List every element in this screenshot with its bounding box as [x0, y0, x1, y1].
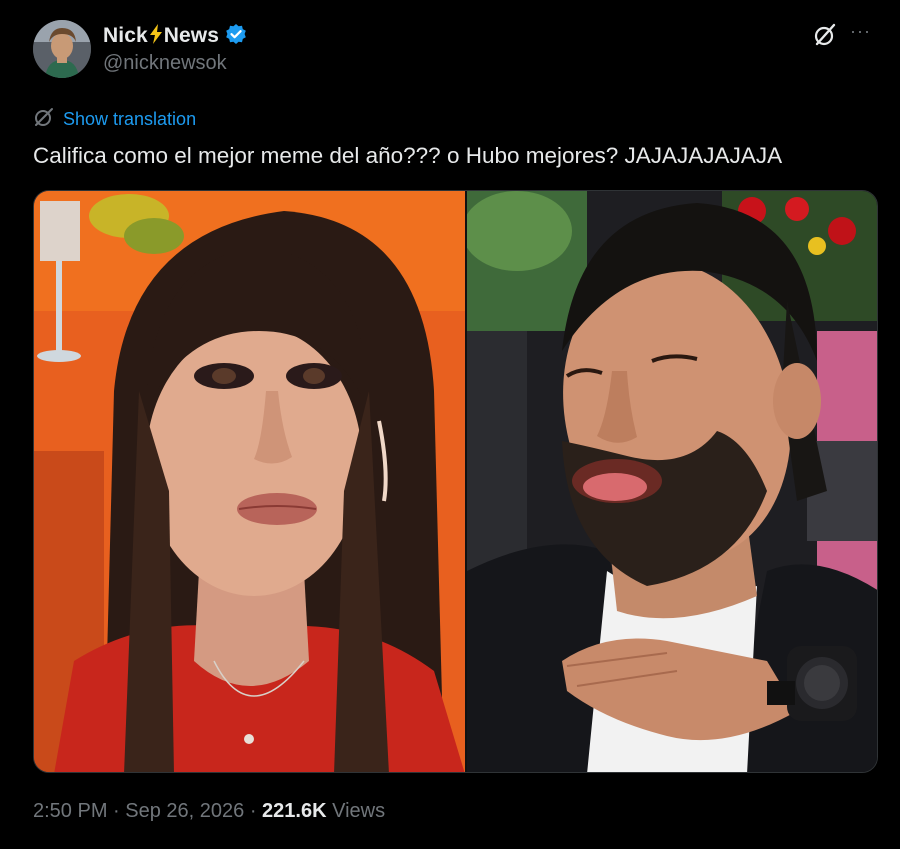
meta-separator: · [107, 800, 126, 822]
tweet-date[interactable]: Sep 26, 2026 [125, 800, 244, 822]
show-translation-link[interactable]: Show translation [33, 106, 196, 133]
author-name-part2[interactable]: News [164, 24, 219, 48]
avatar[interactable] [33, 20, 91, 78]
tweet-time[interactable]: 2:50 PM [33, 800, 107, 822]
tweet-post: Nick News @nicknewsok ··· Show translati… [0, 0, 900, 849]
tweet-media[interactable] [33, 190, 878, 773]
grok-translate-icon [33, 106, 55, 133]
views-label: Views [326, 800, 386, 822]
tweet-meta: 2:50 PM · Sep 26, 2026 · 221.6K Views [33, 800, 385, 823]
tweet-text: Califica como el mejor meme del año??? o… [33, 143, 783, 168]
more-options-button[interactable]: ··· [850, 22, 878, 48]
lightning-bolt-icon [149, 23, 163, 49]
show-translation-label[interactable]: Show translation [63, 109, 196, 130]
media-photo-right[interactable] [467, 191, 877, 772]
author-handle[interactable]: @nicknewsok [103, 52, 227, 75]
meta-separator: · [244, 800, 263, 822]
grok-slash-icon[interactable] [812, 22, 838, 48]
media-photo-left[interactable] [34, 191, 465, 772]
verified-badge-icon [225, 23, 247, 50]
views-count[interactable]: 221.6K [262, 800, 327, 822]
author-name-row[interactable]: Nick News [103, 22, 247, 50]
author-name-part1[interactable]: Nick [103, 24, 148, 48]
